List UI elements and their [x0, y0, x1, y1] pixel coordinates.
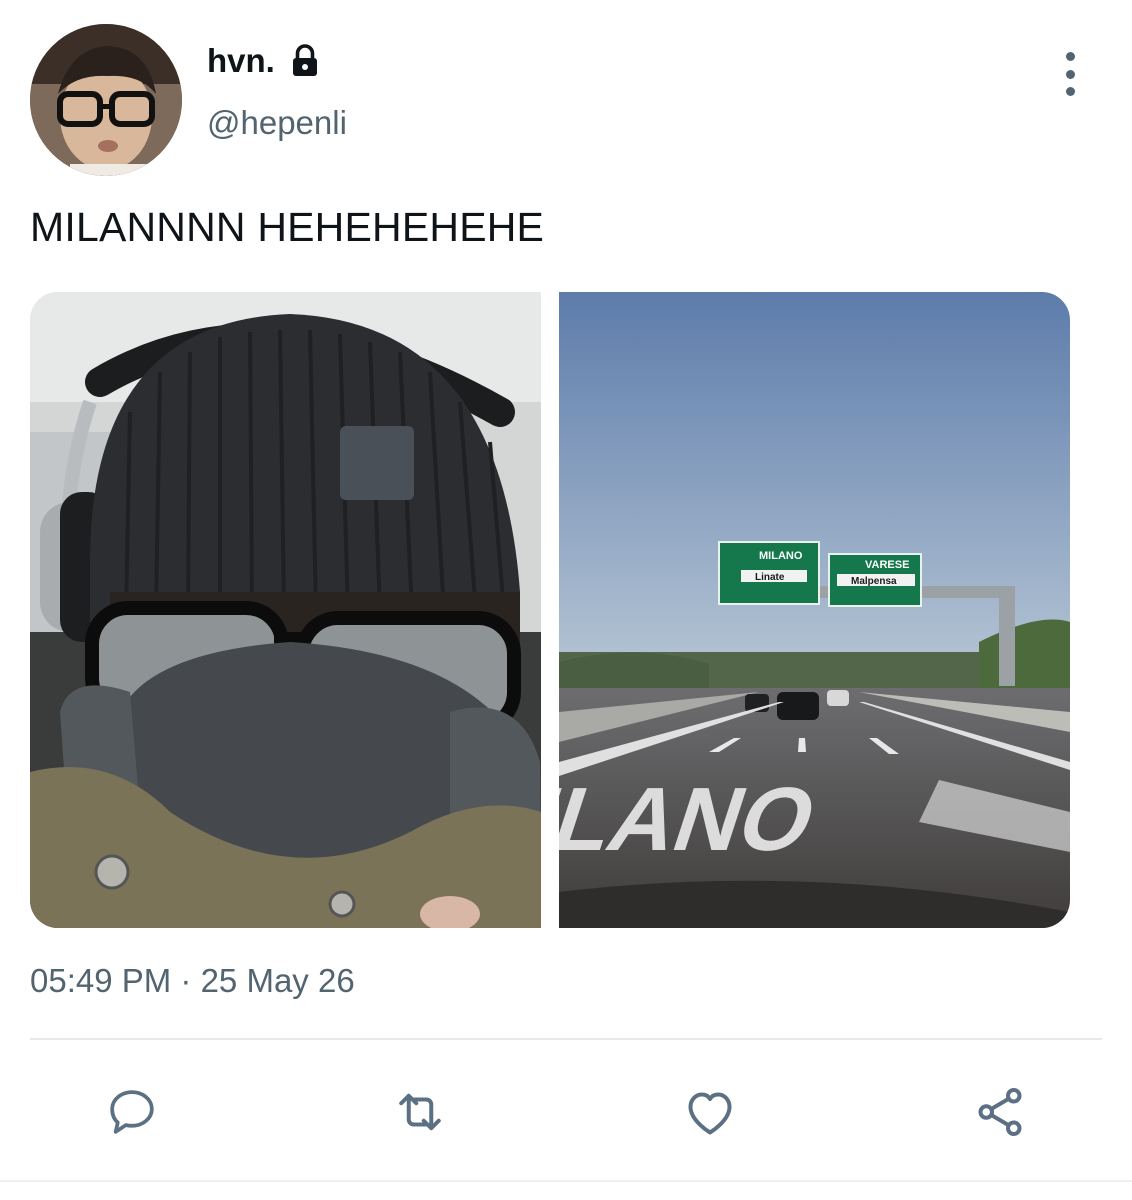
like-button[interactable] — [678, 1080, 742, 1144]
tweet-text: MILANNNN HEHEHEHEHE — [30, 204, 545, 250]
author-handle[interactable]: @hepenli — [207, 104, 347, 142]
display-name[interactable]: hvn. — [207, 42, 275, 80]
photo-highway[interactable]: MILANO Linate VARESE Malpensa MILANO — [559, 292, 1070, 928]
avatar-image — [30, 24, 182, 176]
photo-selfie[interactable] — [30, 292, 541, 928]
reply-button[interactable] — [100, 1080, 164, 1144]
retweet-icon — [399, 1093, 441, 1131]
action-bar — [0, 1080, 1132, 1144]
share-button[interactable] — [968, 1080, 1032, 1144]
road-marking-text: MILANO — [559, 768, 829, 869]
divider — [30, 1038, 1102, 1040]
more-options-icon[interactable] — [1056, 52, 1084, 96]
bottom-divider — [0, 1180, 1132, 1182]
reply-icon — [110, 1090, 154, 1134]
avatar[interactable] — [30, 24, 182, 176]
media-grid: MILANO Linate VARESE Malpensa MILANO — [30, 292, 1070, 928]
author-name-row[interactable]: hvn. — [207, 42, 323, 80]
share-icon — [978, 1088, 1022, 1137]
retweet-button[interactable] — [388, 1080, 452, 1144]
lock-icon — [292, 44, 317, 76]
tweet-timestamp[interactable]: 05:49 PM · 25 May 26 — [30, 962, 355, 1000]
sign1-dest: Linate — [755, 572, 785, 583]
heart-icon — [688, 1092, 732, 1135]
sign2-dest: Malpensa — [851, 576, 897, 587]
sign1-city: MILANO — [759, 550, 803, 562]
sign2-city: VARESE — [865, 559, 909, 571]
